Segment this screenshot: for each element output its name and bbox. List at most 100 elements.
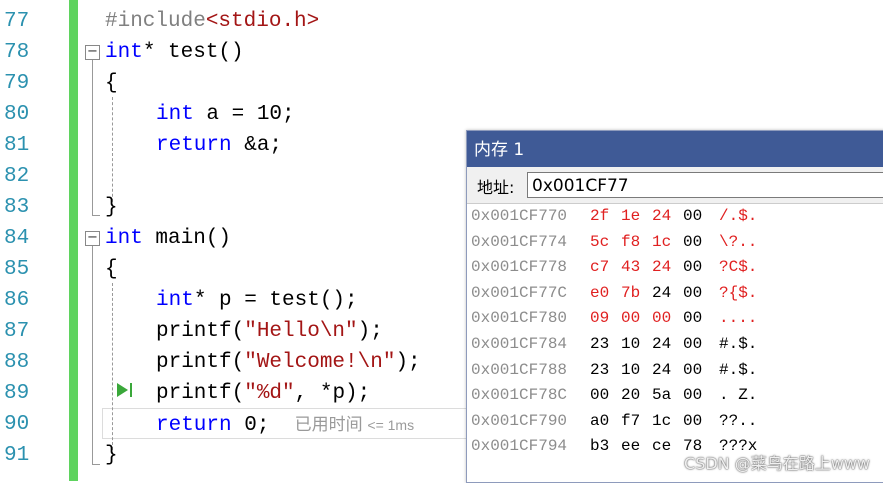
preprocessor-directive: #include <box>105 10 206 33</box>
memory-byte[interactable]: 10 <box>621 358 652 384</box>
outline-line <box>92 215 100 216</box>
code-text: ); <box>357 320 383 343</box>
memory-address: 0x001CF77C <box>471 283 568 302</box>
memory-row[interactable]: 0x001CF778 c7 43 24 00 ?C$. <box>467 255 883 281</box>
code-text: printf( <box>156 382 245 405</box>
memory-byte[interactable]: 00 <box>683 409 714 435</box>
code-line-88: printf("Welcome!\n"); <box>156 347 421 378</box>
indent-guide <box>112 283 113 455</box>
memory-byte[interactable]: 00 <box>590 383 621 409</box>
code-text: printf( <box>156 351 245 374</box>
memory-ascii: ?C$. <box>719 258 758 277</box>
memory-row[interactable]: 0x001CF774 5c f8 1c 00 \?.. <box>467 230 883 256</box>
memory-byte[interactable]: 10 <box>621 332 652 358</box>
code-line-91: } <box>105 444 118 467</box>
code-line-90: return 0; 已用时间 <= 1ms <box>156 409 414 440</box>
memory-byte[interactable]: 24 <box>652 204 683 230</box>
memory-window[interactable]: 内存 1 地址: 0x001CF77 0x001CF770 2f 1e 24 00/.$… <box>466 130 883 483</box>
memory-byte[interactable]: 00 <box>683 255 714 281</box>
memory-byte[interactable]: 23 <box>590 332 621 358</box>
line-number: 87 <box>4 320 30 343</box>
memory-byte[interactable]: b3 <box>590 434 621 460</box>
memory-byte[interactable]: f8 <box>621 230 652 256</box>
memory-byte[interactable]: 00 <box>683 383 714 409</box>
address-label: 地址: <box>477 178 515 197</box>
run-to-click-icon[interactable] <box>116 382 134 403</box>
outline-line <box>92 246 93 464</box>
memory-byte[interactable]: 24 <box>652 358 683 384</box>
memory-byte[interactable]: ce <box>652 434 683 460</box>
memory-byte[interactable]: 24 <box>652 255 683 281</box>
memory-address: 0x001CF774 <box>471 232 568 251</box>
keyword: int <box>156 103 194 126</box>
memory-byte[interactable]: 1e <box>621 204 652 230</box>
line-number: 78 <box>4 41 30 64</box>
memory-address: 0x001CF790 <box>471 411 568 430</box>
change-tracking-bar <box>69 0 78 481</box>
memory-byte[interactable]: 00 <box>621 306 652 332</box>
memory-address: 0x001CF794 <box>471 437 568 456</box>
memory-byte[interactable]: 00 <box>683 332 714 358</box>
outline-line <box>92 464 100 465</box>
memory-byte[interactable]: 24 <box>652 332 683 358</box>
memory-byte[interactable]: 00 <box>683 204 714 230</box>
collapse-toggle-main[interactable]: − <box>85 231 100 246</box>
code-line-79: { <box>105 72 118 95</box>
memory-byte[interactable]: 1c <box>652 409 683 435</box>
memory-byte[interactable]: 20 <box>621 383 652 409</box>
memory-bytes: 09 00 00 00 <box>590 306 714 332</box>
memory-byte[interactable]: f7 <box>621 409 652 435</box>
elapsed-time-hint: 已用时间 <= 1ms <box>295 415 414 434</box>
keyword: int <box>105 41 143 64</box>
code-line-83: } <box>105 196 118 219</box>
code-line-80: int a = 10; <box>156 99 295 130</box>
collapse-toggle-test[interactable]: − <box>85 45 100 60</box>
memory-byte[interactable]: 5c <box>590 230 621 256</box>
memory-byte[interactable]: 09 <box>590 306 621 332</box>
memory-byte[interactable]: 00 <box>683 306 714 332</box>
memory-byte[interactable]: 2f <box>590 204 621 230</box>
memory-window-title[interactable]: 内存 1 <box>467 131 883 167</box>
memory-row[interactable]: 0x001CF784 23 10 24 00 #.$. <box>467 332 883 358</box>
memory-byte[interactable]: 00 <box>652 306 683 332</box>
line-number: 83 <box>4 196 30 219</box>
code-line-78: int* test() <box>105 37 244 68</box>
memory-byte[interactable]: a0 <box>590 409 621 435</box>
address-input[interactable]: 0x001CF77 <box>527 172 883 198</box>
memory-bytes: 5c f8 1c 00 <box>590 230 714 256</box>
keyword: return <box>156 134 232 157</box>
memory-byte[interactable]: 43 <box>621 255 652 281</box>
memory-row[interactable]: 0x001CF790 a0 f7 1c 00??.. <box>467 409 883 435</box>
memory-address: 0x001CF784 <box>471 335 568 353</box>
line-number: 88 <box>4 351 30 374</box>
line-number: 77 <box>4 10 30 33</box>
memory-row[interactable]: 0x001CF77C e0 7b 24 00 ?{$. <box>467 281 883 307</box>
memory-byte[interactable]: 00 <box>683 281 714 307</box>
memory-byte[interactable]: 1c <box>652 230 683 256</box>
memory-byte[interactable]: 5a <box>652 383 683 409</box>
line-number: 91 <box>4 444 30 467</box>
elapsed-time-label: 已用时间 <box>294 415 363 434</box>
memory-bytes: 00 20 5a 00 <box>590 383 714 409</box>
memory-byte[interactable]: 00 <box>683 358 714 384</box>
memory-byte[interactable]: 23 <box>590 358 621 384</box>
memory-ascii: . Z. <box>719 386 758 405</box>
memory-row[interactable]: 0x001CF780 09 00 00 00.... <box>467 306 883 332</box>
line-number: 79 <box>4 72 30 95</box>
keyword: int <box>105 227 143 250</box>
keyword: return <box>156 414 232 437</box>
memory-byte[interactable]: 7b <box>621 281 652 307</box>
memory-byte[interactable]: ee <box>621 434 652 460</box>
memory-byte[interactable]: 00 <box>683 230 714 256</box>
memory-byte[interactable]: 24 <box>652 281 683 307</box>
memory-address: 0x001CF770 <box>471 207 568 225</box>
outline-line <box>92 60 93 215</box>
memory-row[interactable]: 0x001CF788 23 10 24 00 #.$. <box>467 358 883 384</box>
memory-row[interactable]: 0x001CF770 2f 1e 24 00 /.$. <box>467 204 883 230</box>
memory-byte[interactable]: e0 <box>590 281 621 307</box>
memory-row[interactable]: 0x001CF78C 00 20 5a 00. Z. <box>467 383 883 409</box>
line-number: 85 <box>4 258 30 281</box>
code-text: , *p); <box>294 382 371 405</box>
memory-byte[interactable]: c7 <box>590 255 621 281</box>
memory-address: 0x001CF788 <box>471 360 568 379</box>
